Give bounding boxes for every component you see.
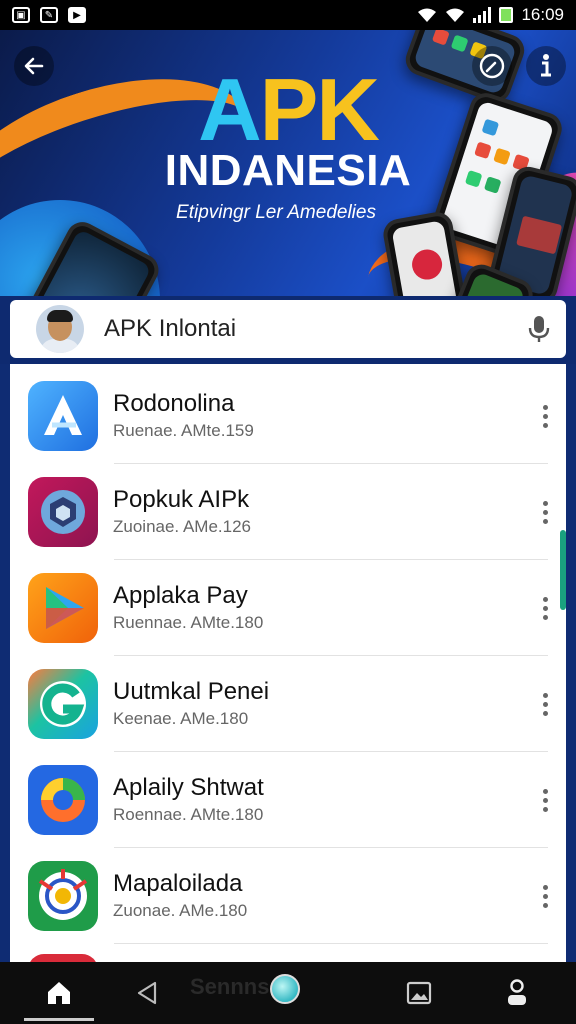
battery-icon <box>499 7 514 23</box>
signal-icon <box>473 7 492 23</box>
search-bar[interactable]: APK Inlontai <box>10 300 566 358</box>
g-letter-icon <box>28 669 98 739</box>
more-options-button[interactable] <box>532 588 558 628</box>
status-left-icons: ▣ ✎ ▶ <box>12 7 86 23</box>
info-button[interactable] <box>526 46 566 86</box>
list-item[interactable]: Popkuk AIPk Zuoinae. AMe.126 <box>10 464 566 560</box>
triangle-back-icon <box>137 981 157 1005</box>
app-name: Applaka Pay <box>113 582 248 609</box>
more-options-button[interactable] <box>532 876 558 916</box>
nav-recents-button[interactable] <box>270 974 300 1004</box>
app-meta: Zuonae. AMe.180 <box>113 901 248 920</box>
app-name: Popkuk AIPk <box>113 486 250 513</box>
hero-subtitle: INDANESIA <box>164 146 412 195</box>
app-list[interactable]: Rodonolina Ruenae. AMte.159 Popkuk AIPk … <box>10 364 566 962</box>
app-meta: Keenae. AMe.180 <box>113 709 249 728</box>
nav-back-button[interactable] <box>130 976 164 1010</box>
edit-icon: ✎ <box>40 7 58 23</box>
list-item[interactable]: Aplaily Shtwat Roennae. AMte.180 <box>10 752 566 848</box>
app-meta: Zuoinae. AMe.126 <box>113 517 251 536</box>
more-options-button[interactable] <box>532 780 558 820</box>
image-icon <box>406 981 432 1005</box>
arrow-left-icon <box>24 57 44 75</box>
home-icon <box>48 982 70 1004</box>
compass-button[interactable] <box>472 46 512 86</box>
app-list-container: Rodonolina Ruenae. AMte.159 Popkuk AIPk … <box>0 364 576 962</box>
app-meta: Roennae. AMte.180 <box>113 805 264 824</box>
nav-home-button[interactable] <box>24 976 94 1021</box>
app-name: Mapaloilada <box>113 870 243 897</box>
scrollbar[interactable] <box>560 530 566 610</box>
search-input[interactable]: APK Inlontai <box>104 315 526 343</box>
more-options-button[interactable] <box>532 396 558 436</box>
gallery-icon: ▣ <box>12 7 30 23</box>
wifi-icon <box>418 8 437 22</box>
status-bar: ▣ ✎ ▶ 16:09 <box>0 0 576 30</box>
list-item[interactable]: Mapaloilada Zuonae. AMe.180 <box>10 848 566 944</box>
compass-icon <box>479 53 505 79</box>
more-options-button[interactable] <box>532 684 558 724</box>
search-container: APK Inlontai <box>0 296 576 364</box>
mic-icon[interactable] <box>526 314 552 344</box>
app-meta: Ruenae. AMte.159 <box>113 421 254 440</box>
app-name: Rodonolina <box>113 390 235 417</box>
app-name: Uutmkal Penei <box>113 678 270 705</box>
wifi-alt-icon <box>446 8 465 22</box>
app-meta: Ruennae. AMte.180 <box>113 613 264 632</box>
status-right: 16:09 <box>417 5 564 25</box>
avatar[interactable] <box>36 305 84 353</box>
list-item[interactable]: Applaka Pay Ruennae. AMte.180 <box>10 560 566 656</box>
info-icon <box>541 54 551 77</box>
back-button[interactable] <box>14 46 54 86</box>
hero-tagline: Etipvingr Ler Amedelies <box>176 202 376 223</box>
list-item[interactable]: Rodonolina Ruenae. AMte.159 <box>10 368 566 464</box>
triangle-a-icon <box>28 381 98 451</box>
nav-profile-button[interactable] <box>500 976 534 1010</box>
cube-icon <box>28 477 98 547</box>
nav-label: Sennnsc <box>190 974 282 999</box>
app-icon-partial <box>28 954 98 962</box>
person-icon <box>508 979 526 1005</box>
play-icon <box>28 573 98 643</box>
bottom-nav: Sennnsc <box>0 962 576 1024</box>
swirl-icon <box>28 765 98 835</box>
target-icon <box>28 861 98 931</box>
youtube-icon: ▶ <box>68 7 86 23</box>
more-options-button[interactable] <box>532 492 558 532</box>
app-name: Aplaily Shtwat <box>113 774 264 801</box>
nav-gallery-button[interactable] <box>402 976 436 1010</box>
list-item[interactable]: Uutmkal Penei Keenae. AMe.180 <box>10 656 566 752</box>
status-time: 16:09 <box>521 5 564 24</box>
hero-banner: APK INDANESIA Etipvingr Ler Amedelies <box>0 30 576 300</box>
